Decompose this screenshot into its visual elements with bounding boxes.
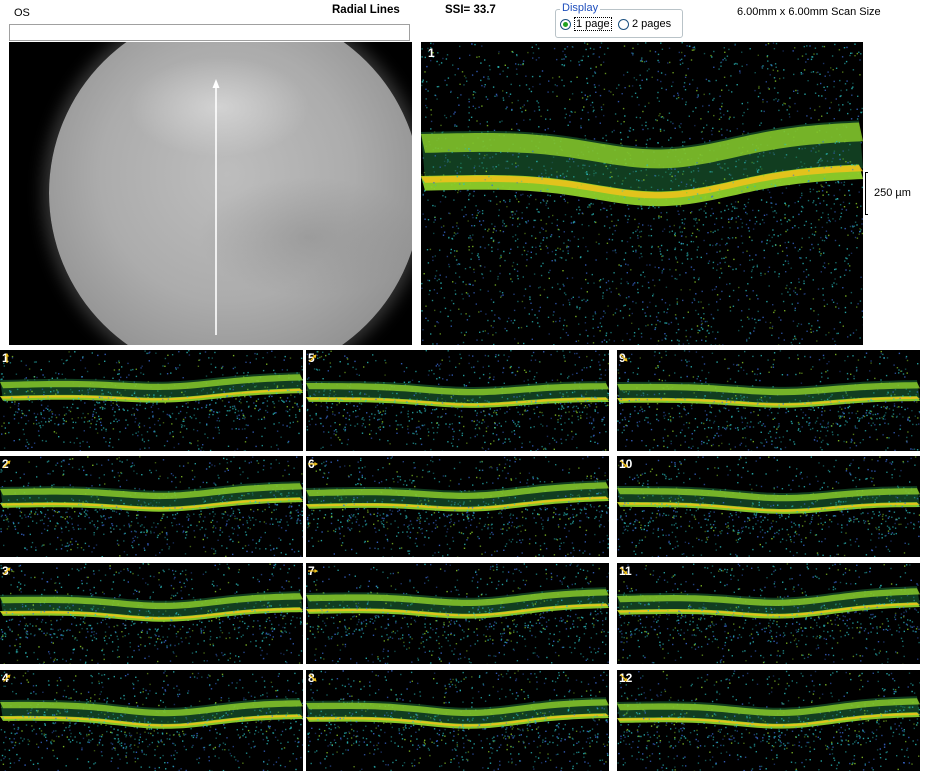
signal-strength-index: SSI= 33.7 (445, 4, 496, 16)
main-bscan-number: 1 (428, 46, 435, 60)
right-arrow-icon (308, 462, 318, 466)
bscan-thumbnail-9[interactable]: 9 (617, 350, 920, 451)
down-right-arrow-icon (620, 354, 628, 362)
radio-unselected-icon[interactable] (618, 18, 629, 30)
main-bscan-image[interactable]: 1 (421, 42, 863, 345)
bscan-thumbnail-layers (306, 563, 609, 664)
display-group: Display 1 page 2 pages (555, 2, 683, 38)
main-bscan-layers (421, 42, 863, 345)
down-right-arrow-icon (620, 674, 628, 682)
bscan-thumbnail-11[interactable]: 11 (617, 563, 920, 664)
bscan-thumbnail-5[interactable]: 5 (306, 350, 609, 451)
bscan-thumbnail-layers (0, 350, 303, 451)
display-2-pages-label: 2 pages (632, 18, 672, 30)
bscan-thumbnail-layers (306, 456, 609, 557)
display-1-page-label: 1 page (574, 17, 612, 31)
display-group-legend: Display (560, 2, 601, 14)
bscan-thumbnail-layers (617, 350, 920, 451)
bscan-thumbnail-4[interactable]: 4 (0, 670, 303, 771)
bscan-thumbnail-layers (0, 456, 303, 557)
bscan-thumbnail-1[interactable]: 1 (0, 350, 303, 451)
bscan-thumbnail-layers (0, 670, 303, 771)
display-1-page-option[interactable]: 1 page (560, 16, 612, 32)
scale-bar-label: 250 µm (874, 187, 911, 199)
up-right-arrow-icon (309, 354, 317, 362)
scale-bar (865, 172, 868, 215)
up-right-arrow-icon (3, 674, 11, 682)
bscan-thumbnail-10[interactable]: 10 (617, 456, 920, 557)
down-right-arrow-icon (309, 674, 317, 682)
bscan-thumbnail-3[interactable]: 3 (0, 563, 303, 664)
radio-selected-icon[interactable] (560, 18, 571, 30)
bscan-thumbnail-12[interactable]: 12 (617, 670, 920, 771)
bscan-thumbnail-layers (0, 563, 303, 664)
bscan-thumbnail-layers (617, 670, 920, 771)
down-right-arrow-icon (620, 567, 628, 575)
up-arrow-icon (5, 353, 9, 363)
eye-label: OS (14, 7, 30, 19)
fundus-title-bar (9, 24, 410, 41)
bscan-thumbnail-layers (617, 563, 920, 664)
display-2-pages-option[interactable]: 2 pages (618, 16, 671, 32)
bscan-thumbnail-2[interactable]: 2 (0, 456, 303, 557)
down-right-arrow-icon (620, 460, 628, 468)
up-right-arrow-icon (3, 567, 11, 575)
right-arrow-icon (308, 569, 318, 573)
up-right-arrow-icon (3, 460, 11, 468)
scan-protocol-label: Radial Lines (332, 4, 400, 16)
fundus-image[interactable] (9, 42, 412, 345)
bscan-thumbnail-8[interactable]: 8 (306, 670, 609, 771)
scan-line-arrow[interactable] (9, 42, 412, 345)
scan-size-label: 6.00mm x 6.00mm Scan Size (737, 6, 881, 18)
bscan-thumbnail-layers (306, 350, 609, 451)
bscan-thumbnail-layers (617, 456, 920, 557)
bscan-thumbnail-7[interactable]: 7 (306, 563, 609, 664)
bscan-thumbnail-layers (306, 670, 609, 771)
bscan-thumbnail-6[interactable]: 6 (306, 456, 609, 557)
